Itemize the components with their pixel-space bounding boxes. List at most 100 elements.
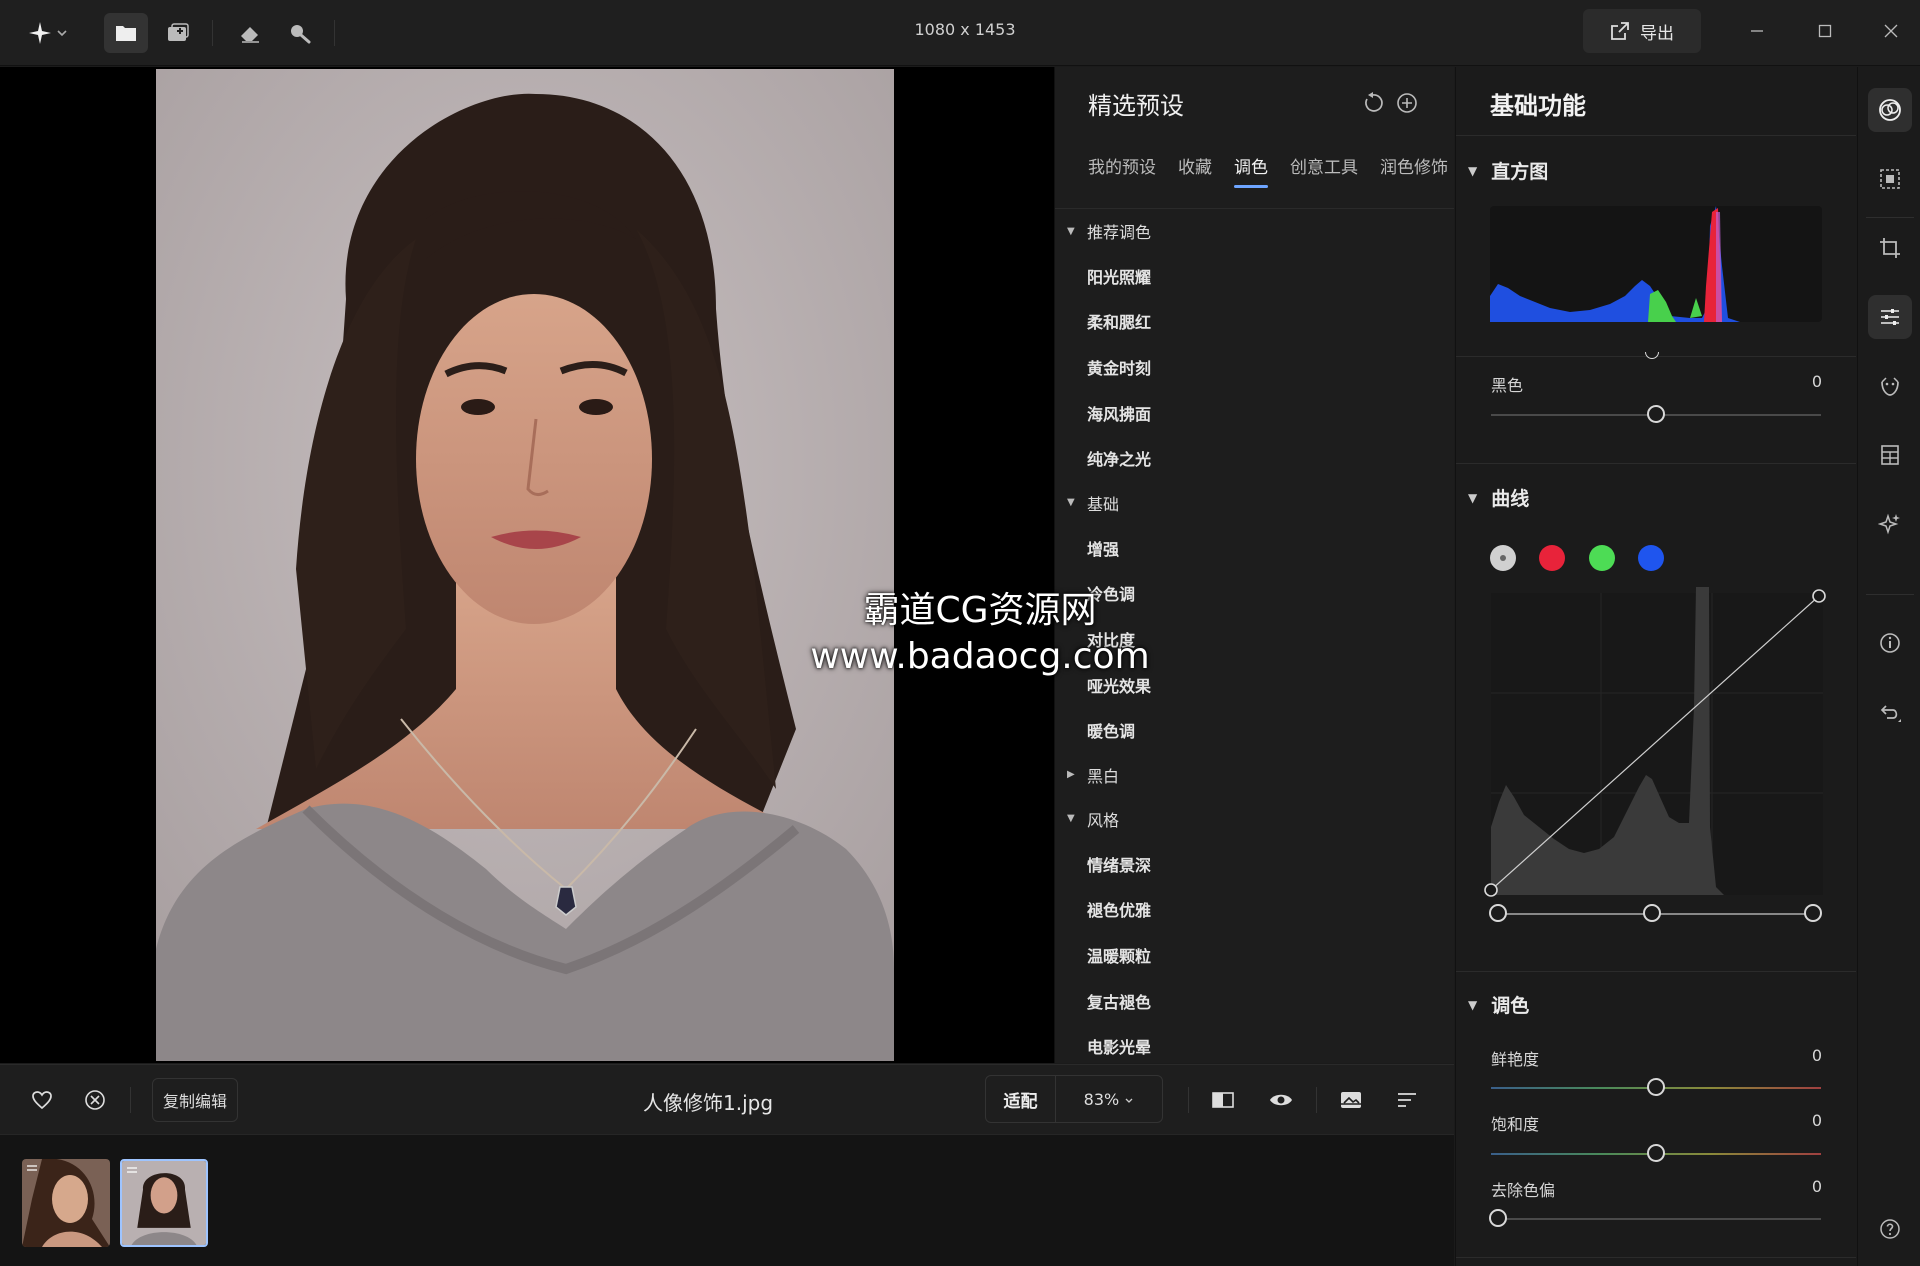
reject-button[interactable]	[80, 1085, 110, 1115]
dehaze-value: 0	[1811, 1177, 1822, 1196]
preset-item[interactable]: 复古褪色	[1055, 978, 1454, 1024]
preset-item[interactable]: 纯净之光	[1055, 435, 1454, 481]
curve-range-mid-knob[interactable]	[1643, 904, 1661, 922]
histogram-section-header[interactable]: ▼ 直方图	[1468, 157, 1548, 184]
maximize-button[interactable]	[1805, 14, 1845, 48]
file-name: 人像修饰1.jpg	[642, 1091, 774, 1115]
selection-icon	[1880, 169, 1900, 189]
tab-retouch[interactable]: 润色修饰	[1380, 153, 1448, 188]
strip-divider	[1866, 217, 1914, 218]
curve-channel-green[interactable]	[1589, 545, 1615, 571]
expand-triangle-icon: ▼	[1067, 497, 1075, 509]
curve-channel-blue[interactable]	[1638, 545, 1664, 571]
minimize-button[interactable]	[1737, 14, 1777, 48]
preset-panel-title: 精选预设	[1088, 92, 1184, 120]
dehaze-slider-track[interactable]	[1491, 1218, 1821, 1220]
export-button[interactable]: 导出	[1583, 9, 1701, 53]
vibrance-slider-knob[interactable]	[1647, 1078, 1665, 1096]
history-button[interactable]	[1868, 691, 1912, 735]
saturation-slider-knob[interactable]	[1647, 1144, 1665, 1162]
category-label: 风格	[1087, 810, 1120, 830]
face-tool-button[interactable]	[1868, 364, 1912, 408]
preset-category-style[interactable]: ▼ 风格	[1055, 797, 1454, 841]
preset-item[interactable]: 柔和腮红	[1055, 299, 1454, 345]
reject-icon	[85, 1090, 105, 1110]
toolbar-divider	[130, 1087, 131, 1113]
thumbnail[interactable]	[22, 1159, 110, 1247]
chevron-down-icon	[1125, 1098, 1133, 1103]
zoom-control: 适配 83%	[985, 1075, 1163, 1123]
curve-point-black[interactable]	[1484, 883, 1498, 897]
color-section-header[interactable]: ▼ 调色	[1468, 991, 1529, 1018]
add-preset-icon[interactable]	[1395, 91, 1419, 115]
thumbnail-selected[interactable]	[120, 1159, 208, 1247]
collapse-triangle-icon: ▶	[1067, 769, 1075, 781]
info-button[interactable]	[1868, 621, 1912, 665]
compare-button[interactable]	[1208, 1085, 1238, 1115]
dehaze-slider-knob[interactable]	[1489, 1209, 1507, 1227]
help-icon	[1880, 1219, 1900, 1239]
preset-item[interactable]: 暖色调	[1055, 707, 1454, 753]
face-icon	[1881, 377, 1899, 396]
preset-item[interactable]: 增强	[1055, 525, 1454, 571]
curve-range-shadow-knob[interactable]	[1489, 904, 1507, 922]
preset-panel: 精选预设 我的预设 收藏 调色 创意工具 润色修饰 ▼ 推荐调色 阳光照耀 柔和腮红 黄金…	[1054, 67, 1454, 1063]
body-tool-button[interactable]	[1868, 433, 1912, 477]
image-canvas[interactable]	[0, 67, 1054, 1063]
preview-button[interactable]	[1266, 1085, 1296, 1115]
preset-item[interactable]: 褪色优雅	[1055, 887, 1454, 933]
portrait-photo[interactable]	[156, 69, 894, 1061]
close-button[interactable]	[1871, 14, 1911, 48]
filmstrip-toggle-button[interactable]	[1336, 1085, 1366, 1115]
curve-channel-white[interactable]	[1490, 545, 1516, 571]
preset-item[interactable]: 阳光照耀	[1055, 253, 1454, 299]
preset-category-bw[interactable]: ▶ 黑白	[1055, 753, 1454, 797]
preset-item[interactable]: 温暖颗粒	[1055, 932, 1454, 978]
watermark-line-2: www.badaocg.com	[810, 636, 1150, 677]
preset-item[interactable]: 海风拂面	[1055, 390, 1454, 436]
favorite-button[interactable]	[27, 1085, 57, 1115]
sliders-icon	[1881, 309, 1899, 325]
select-tool-button[interactable]	[1868, 157, 1912, 201]
reset-icon[interactable]	[1361, 91, 1385, 115]
crop-tool-button[interactable]	[1868, 226, 1912, 270]
basic-panel-title: 基础功能	[1490, 92, 1586, 120]
preset-item[interactable]: 黄金时刻	[1055, 344, 1454, 390]
saturation-value: 0	[1811, 1111, 1822, 1130]
sort-icon	[1398, 1093, 1416, 1107]
presets-tool-button[interactable]	[1868, 88, 1912, 132]
watermark-line-1: 霸道CG资源网	[863, 590, 1097, 631]
black-label: 黑色	[1491, 376, 1524, 395]
tab-color-grading[interactable]: 调色	[1234, 153, 1268, 188]
adjust-tool-button[interactable]	[1868, 295, 1912, 339]
ai-enhance-button[interactable]	[1868, 502, 1912, 546]
grid-body-icon	[1881, 445, 1899, 465]
copy-edit-button[interactable]: 复制编辑	[152, 1078, 238, 1122]
zoom-dropdown[interactable]: 83%	[1056, 1090, 1162, 1109]
tab-favorites[interactable]: 收藏	[1178, 153, 1212, 188]
preset-item[interactable]: 情绪景深	[1055, 841, 1454, 887]
curve-channel-red[interactable]	[1539, 545, 1565, 571]
selected-dot-indicator	[1500, 555, 1506, 561]
help-button[interactable]	[1868, 1207, 1912, 1251]
sort-button[interactable]	[1392, 1085, 1422, 1115]
black-slider-knob[interactable]	[1647, 405, 1665, 423]
preset-category-basic[interactable]: ▼ 基础	[1055, 481, 1454, 525]
info-icon	[1880, 633, 1900, 653]
curves-section-header[interactable]: ▼ 曲线	[1468, 484, 1529, 511]
vibrance-label: 鲜艳度	[1491, 1050, 1540, 1069]
minimize-icon	[1751, 30, 1763, 32]
preset-category-recommended[interactable]: ▼ 推荐调色	[1055, 209, 1454, 253]
fit-button[interactable]: 适配	[986, 1076, 1056, 1122]
curves-editor[interactable]	[1484, 587, 1830, 897]
curve-point-white[interactable]	[1812, 589, 1826, 603]
expand-triangle-icon: ▼	[1067, 225, 1075, 237]
preset-item[interactable]: 电影光晕	[1055, 1023, 1454, 1063]
curve-range-highlight-knob[interactable]	[1804, 904, 1822, 922]
section-label: 调色	[1491, 995, 1530, 1017]
strip-divider	[1866, 594, 1914, 595]
tab-my-presets[interactable]: 我的预设	[1088, 153, 1156, 188]
tab-creative-tools[interactable]: 创意工具	[1290, 153, 1358, 188]
section-divider	[1456, 463, 1856, 464]
expand-triangle-icon: ▼	[1067, 813, 1075, 825]
